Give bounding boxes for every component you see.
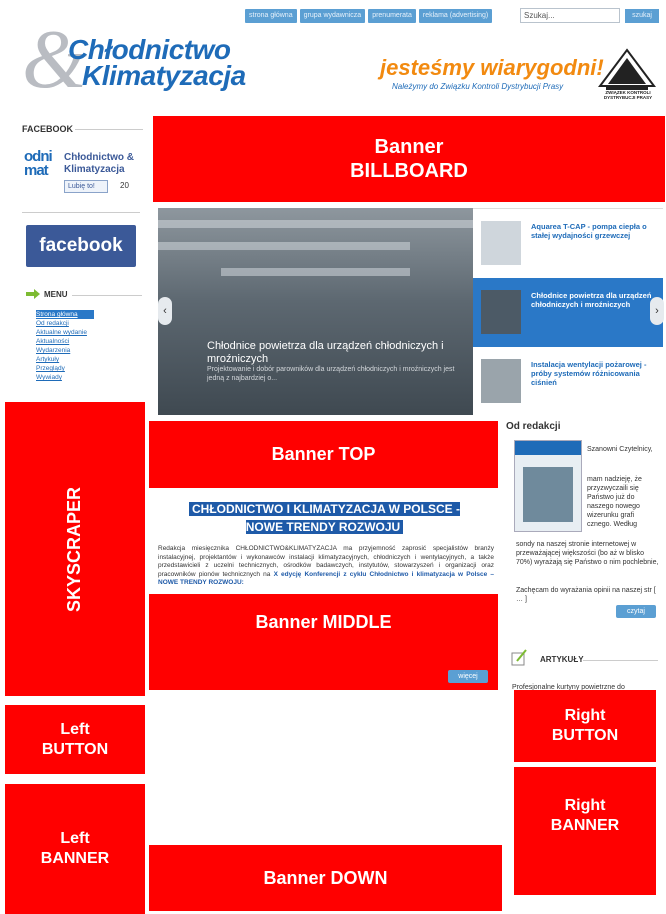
slide-beam — [158, 242, 410, 250]
promo-subtitle: Należymy do Związku Kontroli Dystrybucji… — [392, 82, 564, 91]
banner-billboard-label: Banner BILLBOARD — [350, 136, 468, 182]
search-input[interactable]: Szukaj... — [520, 8, 620, 23]
cover-photo — [523, 467, 573, 522]
pen-icon — [511, 649, 527, 666]
banner-down[interactable]: Banner DOWN — [149, 845, 502, 911]
menu-item-current-issue[interactable]: Aktualne wydanie — [36, 328, 94, 337]
slider-item[interactable]: Aquarea T-CAP - pompa ciepła o stałej wy… — [473, 209, 663, 278]
facebook-page-name[interactable]: Chłodnictwo & Klimatyzacja — [64, 152, 144, 176]
banner-skyscraper[interactable]: SKYSCRAPER — [5, 402, 145, 696]
slide-beam — [158, 220, 473, 228]
nav-advertising[interactable]: reklama (advertising) — [418, 9, 493, 23]
search-button[interactable]: szukaj — [625, 9, 659, 23]
slider-item[interactable]: Instalacja wentylacji pożarowej - próby … — [473, 347, 663, 416]
heading-divider — [583, 660, 658, 661]
menu-item-home[interactable]: Strona główna — [36, 310, 94, 319]
heading-divider — [75, 129, 143, 130]
facebook-page-logo[interactable]: odni mat — [24, 149, 60, 178]
menu-item-editorial[interactable]: Od redakcji — [36, 319, 94, 328]
menu-item-articles[interactable]: Artykuły — [36, 355, 94, 364]
menu-item-news[interactable]: Aktualności — [36, 337, 94, 346]
articles-heading: ARTYKUŁY — [540, 655, 584, 664]
menu-item-reviews[interactable]: Przeglądy — [36, 364, 94, 373]
banner-right-button-label: Right BUTTON — [551, 707, 619, 744]
zkdp-text: ZWIĄZEK KONTROLI DYSTRYBUCJI PRASY — [603, 90, 653, 100]
article-title[interactable]: CHŁODNICTWO I KLIMATYZACJA W POLSCE - NO… — [172, 500, 477, 536]
read-more-button[interactable]: czytaj — [616, 605, 656, 618]
editorial-text: mam nadzieję, że przyzwyczaili się Państ… — [587, 476, 642, 528]
slider-next-button[interactable]: › — [650, 297, 664, 325]
editorial-text: Zachęcam do wyrażania opinii na naszej s… — [516, 587, 656, 603]
cover-masthead — [515, 441, 581, 455]
top-navigation: strona główna grupa wydawnicza prenumera… — [245, 9, 493, 23]
banner-top[interactable]: Banner TOP — [149, 421, 498, 488]
magazine-cover-image[interactable] — [514, 440, 582, 532]
banner-left-button[interactable]: Left BUTTON — [5, 705, 145, 774]
slide-subcaption: Projektowanie i dobór parowników dla urz… — [207, 366, 455, 382]
logo-line2[interactable]: Klimatyzacja — [82, 60, 246, 92]
banner-billboard[interactable]: Banner BILLBOARD — [153, 116, 665, 202]
facebook-heading: FACEBOOK — [22, 124, 74, 134]
slide-caption[interactable]: Chłodnice powietrza dla urządzeń chłodni… — [207, 340, 467, 366]
editorial-greeting: Szanowni Czytelnicy, — [587, 446, 653, 453]
banner-right-banner-label: Right BANNER — [550, 797, 620, 834]
nav-publishing-group[interactable]: grupa wydawnicza — [299, 9, 366, 23]
menu-item-events[interactable]: Wydarzenia — [36, 346, 94, 355]
editorial-heading: Od redakcji — [506, 421, 561, 432]
slider-item-thumbnail — [481, 290, 521, 334]
heading-divider — [72, 295, 142, 296]
zkdp-logo-icon — [598, 48, 656, 90]
banner-skyscraper-label: SKYSCRAPER — [64, 486, 85, 612]
facebook-like-button[interactable]: Lubię to! — [64, 180, 108, 193]
nav-subscription[interactable]: prenumerata — [368, 9, 416, 23]
article-more-button[interactable]: więcej — [448, 670, 488, 683]
promo-slogan: jesteśmy wiarygodni! — [380, 55, 604, 80]
banner-right-banner[interactable]: Right BANNER — [514, 767, 656, 895]
slider-item-active[interactable]: Chłodnice powietrza dla urządzeń chłodni… — [473, 278, 663, 347]
banner-left-banner[interactable]: Left BANNER — [5, 784, 145, 914]
arrow-right-icon — [26, 289, 40, 299]
editorial-text: sondy na naszej stronie internetowej w p… — [516, 541, 659, 566]
slider-item-title: Chłodnice powietrza dla urządzeń chłodni… — [531, 291, 652, 309]
facebook-button[interactable]: facebook — [26, 225, 136, 267]
article-body: Redakcja miesięcznika CHŁODNICTWO&KLIMAT… — [158, 545, 494, 588]
slider-prev-button[interactable]: ‹ — [158, 297, 172, 325]
slider-item-thumbnail — [481, 359, 521, 403]
nav-home[interactable]: strona główna — [245, 9, 297, 23]
menu-item-interviews[interactable]: Wywiady — [36, 373, 94, 382]
slider-item-title: Instalacja wentylacji pożarowej - próby … — [531, 360, 647, 387]
banner-middle[interactable]: Banner MIDDLE — [149, 594, 498, 690]
banner-right-button[interactable]: Right BUTTON — [514, 690, 656, 762]
slider-item-title: Aquarea T-CAP - pompa ciepła o stałej wy… — [531, 222, 647, 240]
article-title-text: CHŁODNICTWO I KLIMATYZACJA W POLSCE - NO… — [189, 502, 460, 534]
like-label: Lubię to! — [68, 183, 95, 190]
menu-list: Strona główna Od redakcji Aktualne wydan… — [36, 310, 94, 382]
slide-beam — [221, 268, 410, 276]
banner-left-banner-label: Left BANNER — [40, 830, 110, 867]
menu-heading: MENU — [44, 290, 68, 299]
section-divider — [22, 212, 140, 213]
banner-left-button-label: Left BUTTON — [41, 720, 109, 758]
slider-item-thumbnail — [481, 221, 521, 265]
slide-image[interactable] — [158, 208, 473, 415]
facebook-like-count: 20 — [120, 181, 129, 190]
